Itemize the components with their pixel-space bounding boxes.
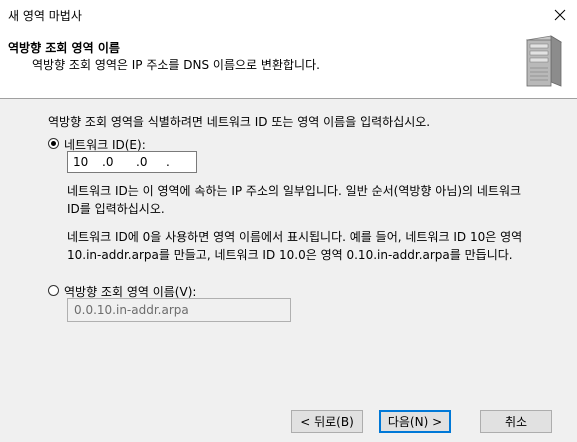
octet-3[interactable]: .0 bbox=[136, 155, 147, 169]
back-button[interactable]: < 뒤로(B) bbox=[291, 410, 363, 433]
header-title: 역방향 조회 영역 이름 bbox=[8, 41, 120, 55]
header-subtitle: 역방향 조회 영역은 IP 주소를 DNS 이름으로 변환합니다. bbox=[32, 58, 320, 72]
octet-4[interactable]: . bbox=[166, 155, 170, 169]
network-id-description: 네트워크 ID는 이 영역에 속하는 IP 주소의 일부입니다. 일반 순서(역… bbox=[67, 182, 547, 218]
description-line: 네트워크 ID는 이 영역에 속하는 IP 주소의 일부입니다. 일반 순서(역… bbox=[67, 184, 522, 198]
intro-text: 역방향 조회 영역을 식별하려면 네트워크 ID 또는 영역 이름을 입력하십시… bbox=[48, 115, 431, 129]
octet-1[interactable]: 10 bbox=[73, 155, 88, 169]
octet-2[interactable]: .0 bbox=[102, 155, 113, 169]
server-icon bbox=[525, 35, 563, 87]
zero-usage-description: 네트워크 ID에 0을 사용하면 영역 이름에서 표시됩니다. 예를 들어, 네… bbox=[67, 228, 557, 264]
wizard-header: 역방향 조회 영역 이름 역방향 조회 영역은 IP 주소를 DNS 이름으로 … bbox=[0, 30, 577, 99]
zone-name-radio[interactable] bbox=[48, 285, 59, 296]
next-button[interactable]: 다음(N) > bbox=[379, 410, 451, 433]
description-line: 10.in-addr.arpa를 만들고, 네트워크 ID 10.0은 영역 0… bbox=[67, 248, 513, 262]
window-title: 새 영역 마법사 bbox=[8, 9, 82, 23]
radio-selected-dot bbox=[51, 141, 56, 146]
close-icon bbox=[554, 9, 566, 21]
cancel-button[interactable]: 취소 bbox=[480, 410, 552, 433]
zone-name-input: 0.0.10.in-addr.arpa bbox=[67, 298, 291, 322]
description-line: 네트워크 ID에 0을 사용하면 영역 이름에서 표시됩니다. 예를 들어, 네… bbox=[67, 230, 523, 244]
close-button[interactable] bbox=[543, 0, 577, 30]
title-bar: 새 영역 마법사 bbox=[0, 0, 577, 30]
network-id-input[interactable]: 10 .0 .0 . bbox=[67, 151, 197, 173]
network-id-radio[interactable] bbox=[48, 138, 59, 149]
description-line: ID를 입력하십시오. bbox=[67, 202, 165, 216]
